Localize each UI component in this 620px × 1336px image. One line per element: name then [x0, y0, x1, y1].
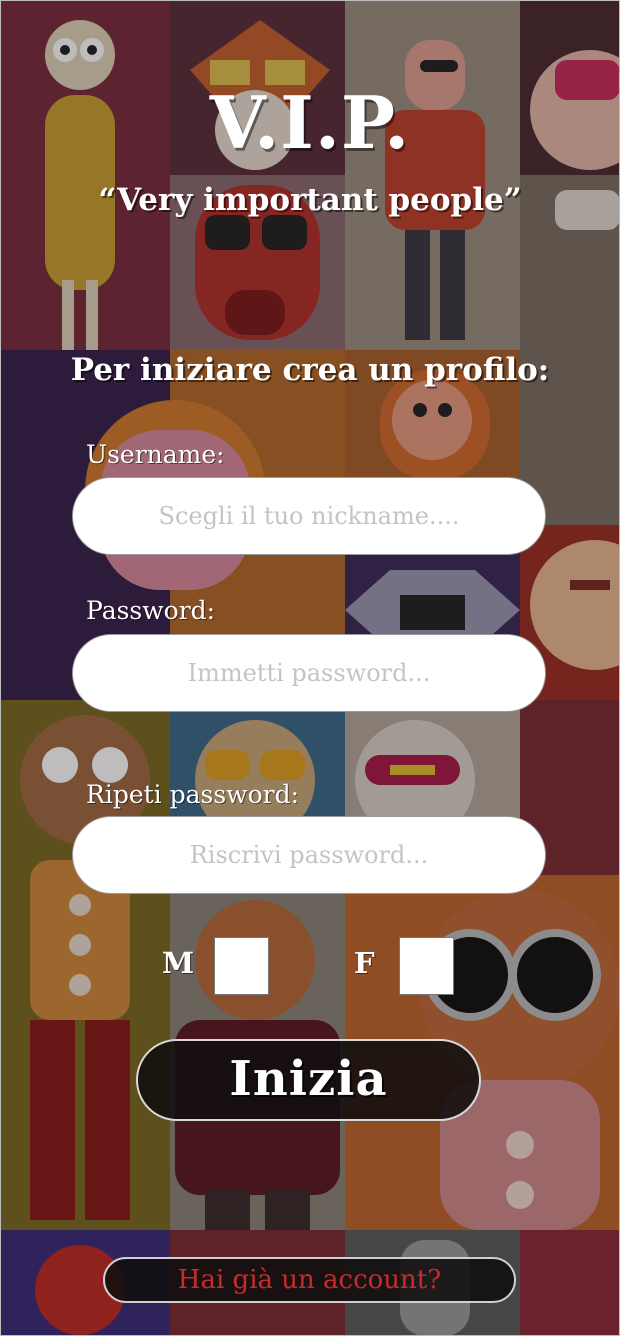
username-label: Username: [86, 440, 225, 469]
gender-female-label: F [354, 946, 375, 980]
username-input[interactable] [72, 477, 546, 555]
gender-male-checkbox[interactable] [214, 937, 269, 995]
password-input[interactable] [72, 634, 546, 712]
form-prompt: Per iniziare crea un profilo: [70, 352, 550, 388]
start-button[interactable]: Inizia [136, 1039, 481, 1121]
gender-female-checkbox[interactable] [399, 937, 454, 995]
repeat-password-input[interactable] [72, 816, 546, 894]
password-label: Password: [86, 596, 216, 625]
gender-male-label: M [162, 946, 195, 980]
app-title: V.I.P. [209, 80, 411, 165]
login-link[interactable]: Hai già un account? [103, 1257, 516, 1303]
repeat-password-label: Ripeti password: [86, 780, 300, 809]
app-subtitle: “Very important people” [98, 182, 522, 218]
